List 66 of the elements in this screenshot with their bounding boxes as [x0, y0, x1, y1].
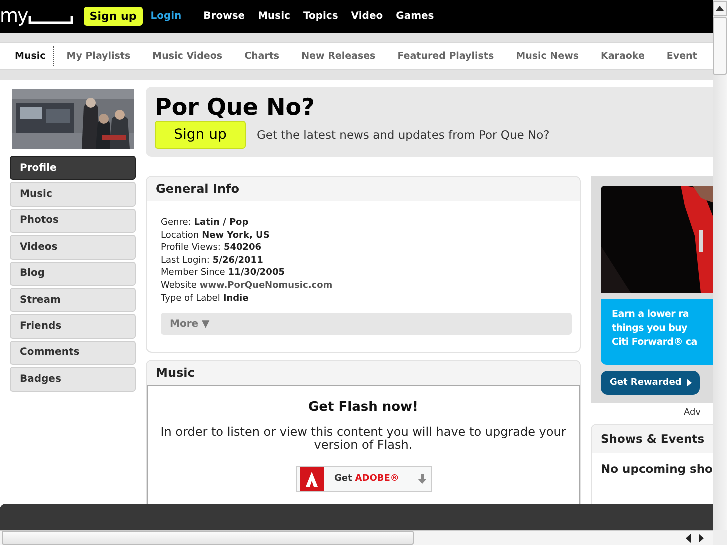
info-label: Type of Label — [161, 294, 220, 304]
sidebar-item[interactable]: Blog — [10, 262, 136, 286]
signup-button[interactable]: Sign up — [155, 121, 246, 149]
info-label: Location — [161, 230, 200, 241]
info-value: Latin / Pop — [194, 218, 249, 228]
nav-tab[interactable]: Music Videos — [152, 50, 223, 62]
nav-link[interactable]: Video — [351, 11, 384, 22]
sidebar-item[interactable]: Friends — [10, 314, 136, 339]
sidebar-item[interactable]: Music — [10, 182, 136, 207]
signup-button[interactable]: Sign up — [84, 7, 143, 26]
card-title: Shows & Events — [592, 425, 713, 453]
ad-text: things you buy — [612, 322, 688, 336]
website-link[interactable]: www.PorQueNomusic.com — [200, 280, 333, 291]
info-label: Website — [161, 280, 197, 291]
nav-tab[interactable]: Event — [666, 50, 698, 62]
badge-brand: ADOBE® — [355, 474, 400, 484]
nav-tab[interactable]: New Releases — [302, 50, 376, 62]
login-link[interactable]: Login — [150, 11, 182, 22]
flash-title: Get Flash now! — [308, 400, 420, 416]
sidebar-item[interactable]: Stream — [10, 288, 136, 312]
nav-tab[interactable]: Charts — [244, 50, 280, 62]
card-title: Music — [147, 361, 580, 386]
info-label: Last Login: — [161, 256, 210, 266]
nav-link[interactable]: Topics — [303, 11, 338, 22]
info-label: Member Since — [161, 268, 226, 278]
sidebar-item[interactable]: Photos — [10, 208, 136, 234]
nav-tab[interactable]: Music News — [516, 50, 580, 62]
download-icon — [418, 474, 426, 484]
logo-bracket-icon — [28, 14, 74, 24]
vertical-scrollbar[interactable] — [713, 0, 727, 530]
badge-text: Get — [334, 474, 352, 484]
ad-text: Earn a lower ra — [612, 308, 690, 322]
more-button[interactable]: More ▼ — [161, 313, 572, 336]
empty-message: No upcoming sho — [600, 461, 713, 478]
nav-tab[interactable]: Featured Playlists — [398, 50, 494, 62]
nav-link[interactable]: Music — [258, 11, 290, 22]
nav-link[interactable]: Browse — [204, 11, 246, 22]
info-value: Indie — [223, 294, 249, 304]
info-value: 540206 — [224, 243, 262, 254]
info-value: 5/26/2011 — [212, 256, 264, 266]
ad-label: Adv — [682, 408, 702, 418]
card-title: General Info — [147, 177, 580, 201]
get-flash-link[interactable]: Get ADOBE® — [296, 466, 432, 492]
sidebar-item[interactable]: Badges — [10, 367, 136, 392]
sidebar-item[interactable]: Comments — [10, 340, 136, 366]
scrollbar-thumb[interactable] — [713, 17, 727, 75]
sidebar-item[interactable]: Videos — [10, 235, 136, 260]
nav-tab[interactable]: My Playlists — [66, 50, 131, 62]
nav-tab[interactable]: Music — [15, 50, 46, 62]
horizontal-scrollbar[interactable] — [0, 530, 713, 545]
info-label: Profile Views: — [161, 243, 221, 254]
info-label: Genre: — [161, 218, 192, 228]
nav-link[interactable]: Games — [396, 11, 434, 22]
nav-tab[interactable]: Karaoke — [601, 50, 645, 62]
flash-message: In order to listen or view this content you will have to upgrade your version of Flash. — [160, 426, 568, 452]
logo-text[interactable]: my — [0, 6, 28, 26]
scrollbar-corner — [713, 530, 727, 545]
info-value: New York, US — [202, 230, 270, 241]
profile-title: Por Que No? — [155, 95, 316, 121]
get-rewarded-button[interactable]: Get Rewarded — [601, 371, 700, 395]
ad-text: Citi Forward® ca — [612, 336, 698, 350]
sidebar-item[interactable]: Profile — [10, 156, 136, 180]
flash-logo-icon — [300, 467, 324, 492]
tagline-text: Get the latest news and updates from Por Que No? — [257, 128, 550, 142]
info-value: 11/30/2005 — [228, 268, 285, 278]
play-arrow-icon — [686, 379, 692, 387]
